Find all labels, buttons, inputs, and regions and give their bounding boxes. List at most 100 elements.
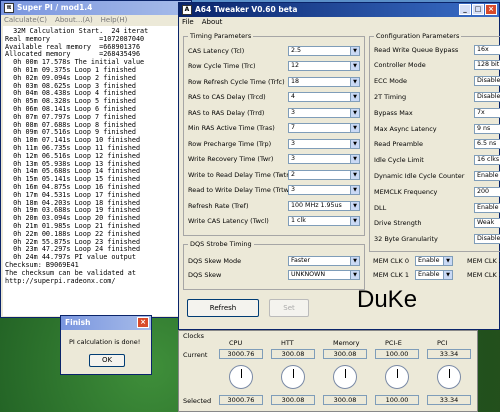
configuration-parameters-group: Configuration Parameters Read Write Queu… (369, 32, 500, 252)
config-value: Disable (477, 92, 500, 100)
memclk-label: MEM CLK 1 (373, 271, 410, 279)
timing-select[interactable]: 2.5 ▼ (288, 45, 360, 56)
config-label: Dynamic Idle Cycle Counter (374, 171, 465, 180)
config-label: DLL (374, 203, 387, 212)
config-value: 16 clks (477, 156, 500, 164)
timing-label: Read to Write Delay Time (Trtw) (188, 186, 292, 194)
config-select[interactable]: 7x (474, 107, 500, 118)
timing-select[interactable]: 12 ▼ (288, 61, 360, 71)
config-group-title: Configuration Parameters (374, 32, 462, 40)
tweaker-menubar: File About (179, 17, 499, 28)
timing-select[interactable]: 7 ▼ (288, 123, 360, 133)
maximize-button[interactable]: □ (472, 4, 484, 15)
config-select[interactable]: 16x (474, 44, 500, 55)
config-select[interactable]: Weak (474, 218, 500, 229)
menu-calculate[interactable]: Calculate(C) (4, 15, 47, 26)
menu-help[interactable]: Help(H) (101, 15, 128, 26)
menu-file[interactable]: File (182, 17, 194, 28)
chevron-down-icon: ▼ (350, 155, 359, 163)
config-label: Drive Strength (374, 219, 422, 228)
memclk-select[interactable]: Enable ▼ (415, 256, 453, 266)
config-label: ECC Mode (374, 77, 407, 86)
config-select[interactable]: Enable (474, 170, 500, 181)
config-value: 200 (477, 187, 490, 195)
config-select[interactable]: 16 clks (474, 155, 500, 166)
config-select[interactable]: 9 ns (474, 123, 500, 134)
chevron-down-icon: ▼ (443, 271, 452, 279)
refresh-button[interactable]: Refresh (187, 299, 259, 317)
config-select[interactable]: Disable (474, 91, 500, 102)
config-label: Read Write Queue Bypass (374, 45, 459, 54)
config-select[interactable]: 6.5 ns (474, 139, 500, 150)
timing-select[interactable]: 1 clk ▼ (288, 216, 360, 226)
timing-value: 3 (291, 108, 296, 116)
config-label: 32 Byte Granularity (374, 235, 438, 244)
tweaker-window: A A64 Tweaker V0.60 beta _ □ × File Abou… (178, 2, 500, 330)
chevron-down-icon: ▼ (350, 256, 359, 265)
clock-selected-value: 33.34 (427, 395, 471, 405)
config-label: 2T Timing (374, 92, 407, 101)
config-value: Disable (477, 77, 500, 85)
clock-column-header: HTT (281, 339, 294, 347)
clock-selected-value: 300.08 (323, 395, 367, 405)
menu-about[interactable]: About...(A) (55, 15, 93, 26)
minimize-button[interactable]: _ (459, 4, 471, 15)
timing-label: Write CAS Latency (Twcl) (188, 217, 269, 225)
timing-label: RAS to RAS Delay (Trrd) (188, 108, 265, 117)
set-button[interactable]: Set (269, 299, 309, 317)
superpi-window: π Super PI / mod1.4 Calculate(C) About..… (0, 0, 192, 318)
tweaker-titlebar[interactable]: A A64 Tweaker V0.60 beta _ □ × (179, 3, 499, 17)
config-select[interactable]: 128 bit (474, 60, 500, 71)
clock-current-value: 3000.76 (219, 349, 263, 359)
timing-value: 3 (291, 139, 296, 147)
timing-label: Row Precharge Time (Trp) (188, 139, 272, 148)
finish-titlebar[interactable]: Finish × (61, 316, 151, 330)
config-select[interactable]: Disable (474, 234, 500, 245)
current-label: Current (183, 351, 208, 359)
dqs-label: DQS Skew Mode (188, 256, 242, 265)
config-select[interactable]: 200 (474, 186, 500, 197)
superpi-title: Super PI / mod1.4 (17, 3, 93, 12)
config-value: 9 ns (477, 124, 491, 132)
chevron-down-icon: ▼ (350, 46, 359, 55)
chevron-down-icon: ▼ (350, 201, 359, 210)
timing-select[interactable]: 3 ▼ (288, 138, 360, 149)
timing-value: 3 (291, 155, 296, 162)
memclk-select[interactable]: Enable ▼ (415, 270, 453, 280)
timing-select[interactable]: 18 ▼ (288, 76, 360, 87)
gauge-needle (293, 369, 294, 378)
timing-label: CAS Latency (Tcl) (188, 46, 245, 55)
superpi-titlebar[interactable]: π Super PI / mod1.4 (1, 1, 191, 15)
timing-select[interactable]: 2 ▼ (288, 169, 360, 180)
timing-select[interactable]: 4 ▼ (288, 92, 360, 102)
timing-select[interactable]: 3 ▼ (288, 154, 360, 164)
menu-about-tweaker[interactable]: About (202, 17, 223, 28)
dqs-select[interactable]: Faster ▼ (288, 255, 360, 266)
timing-value: 7 (291, 124, 296, 131)
chevron-down-icon: ▼ (350, 186, 359, 194)
close-button[interactable]: × (485, 4, 497, 15)
dqs-select[interactable]: UNKNOWN ▼ (288, 269, 360, 280)
config-select[interactable]: Disable (474, 76, 500, 87)
memclk-label: MEM CLK 3 (467, 271, 500, 279)
timing-label: RAS to CAS Delay (Trcd) (188, 93, 266, 101)
chevron-down-icon: ▼ (350, 77, 359, 86)
config-value: 16x (477, 45, 489, 53)
timing-select[interactable]: 100 MHz 1.95us ▼ (288, 200, 360, 211)
clock-selected-value: 300.08 (271, 395, 315, 405)
finish-close-button[interactable]: × (137, 317, 149, 328)
timing-select[interactable]: 3 ▼ (288, 107, 360, 118)
memclk-label: MEM CLK 2 (467, 257, 500, 265)
clocks-window: Clocks CPU 3000.76 3000.76 HTT 300.08 300.08 M… (178, 330, 478, 412)
clock-column-header: PCI-E (385, 339, 402, 347)
clock-gauge-icon (437, 365, 461, 389)
config-value: 7x (477, 108, 485, 116)
timing-label: Write Recovery Time (Twr) (188, 155, 274, 163)
timing-value: 2.5 (291, 46, 302, 54)
timing-select[interactable]: 3 ▼ (288, 185, 360, 195)
config-select[interactable]: Enable (474, 202, 500, 213)
chevron-down-icon: ▼ (443, 257, 452, 265)
clock-column-header: Memory (333, 339, 360, 347)
memclk-label: MEM CLK 0 (373, 257, 410, 265)
finish-ok-button[interactable]: OK (89, 354, 125, 367)
